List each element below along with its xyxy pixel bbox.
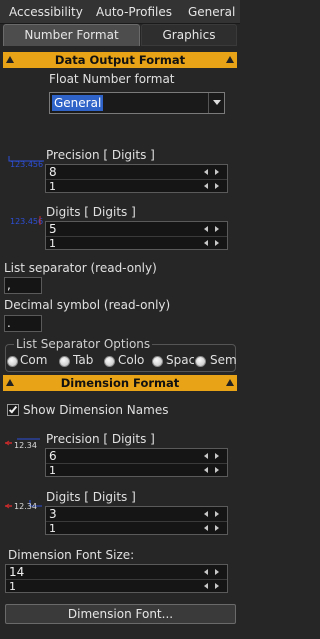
spin-arrows-icon[interactable] <box>201 464 225 476</box>
dimension-digits-preview-icon: 12.34 <box>4 497 46 517</box>
collapse-triangle-icon[interactable] <box>226 56 234 63</box>
dimension-precision-step: 1 <box>49 464 56 477</box>
spin-arrows-icon[interactable] <box>201 237 225 249</box>
spin-arrows-icon[interactable] <box>201 580 225 592</box>
tab-general[interactable]: General <box>188 5 235 19</box>
spin-arrows-icon[interactable] <box>201 180 225 192</box>
dimension-precision-spinbox[interactable]: 6 1 <box>45 448 228 477</box>
precision-step: 1 <box>49 180 56 193</box>
digits-step: 1 <box>49 237 56 250</box>
list-separator-label: List separator (read-only) <box>4 261 157 275</box>
radio-comma-label: Com <box>20 353 48 367</box>
tab-accessibility[interactable]: Accessibility <box>9 5 83 19</box>
collapse-triangle-icon[interactable] <box>226 379 234 386</box>
dimension-precision-value: 6 <box>49 449 57 463</box>
radio-space-label: Spac <box>166 353 194 367</box>
radio-tab[interactable] <box>59 356 70 367</box>
dimension-digits-spinbox[interactable]: 3 1 <box>45 506 228 535</box>
show-dimension-names-checkbox[interactable] <box>7 404 19 416</box>
top-tab-bar: Accessibility Auto-Profiles General <box>0 0 240 24</box>
dimension-font-size-value: 14 <box>9 565 25 579</box>
digits-value: 5 <box>49 222 57 236</box>
tab-graphics[interactable]: Graphics <box>141 24 237 46</box>
section-title: Dimension Format <box>60 376 180 390</box>
digits-preview-icon: 123.456 <box>10 216 44 226</box>
dimension-font-button[interactable]: Dimension Font... <box>5 604 236 624</box>
chevron-down-icon[interactable] <box>208 93 224 113</box>
dimension-precision-preview-icon: 12.34 <box>4 436 46 456</box>
dimension-font-size-step: 1 <box>9 580 16 593</box>
section-title: Data Output Format <box>54 53 186 67</box>
data-output-header[interactable]: Data Output Format <box>3 52 237 68</box>
spin-arrows-icon[interactable] <box>201 223 225 235</box>
checkmark-icon <box>8 404 18 414</box>
radio-semicolon[interactable] <box>195 356 206 367</box>
precision-label: Precision [ Digits ] <box>46 148 155 162</box>
collapse-triangle-icon[interactable] <box>6 56 14 63</box>
decimal-symbol-label: Decimal symbol (read-only) <box>4 298 171 312</box>
float-format-label: Float Number format <box>49 72 175 86</box>
precision-spinbox[interactable]: 8 1 <box>45 164 228 193</box>
spin-arrows-icon[interactable] <box>201 522 225 534</box>
radio-comma[interactable] <box>7 356 18 367</box>
list-separator-options-title: List Separator Options <box>14 337 153 351</box>
dimension-format-header[interactable]: Dimension Format <box>3 375 237 391</box>
decimal-symbol-field: . <box>4 315 42 332</box>
radio-colon[interactable] <box>104 356 115 367</box>
spin-arrows-icon[interactable] <box>201 508 225 520</box>
precision-preview-icon: 123.456 <box>6 152 46 174</box>
spin-arrows-icon[interactable] <box>201 450 225 462</box>
radio-tab-label: Tab <box>73 353 94 367</box>
spin-arrows-icon[interactable] <box>201 166 225 178</box>
sub-tab-bar: Number Format Graphics <box>0 24 240 46</box>
radio-semicolon-label: Sem <box>210 353 236 367</box>
dimension-digits-step: 1 <box>49 522 56 535</box>
float-format-dropdown[interactable]: General <box>49 92 225 114</box>
digits-spinbox[interactable]: 5 1 <box>45 221 228 250</box>
dimension-digits-value: 3 <box>49 507 57 521</box>
list-separator-field: , <box>4 277 42 294</box>
spin-arrows-icon[interactable] <box>201 566 225 578</box>
float-format-selected: General <box>52 95 104 111</box>
collapse-triangle-icon[interactable] <box>6 379 14 386</box>
dimension-font-size-spinbox[interactable]: 14 1 <box>5 564 228 593</box>
tab-number-format[interactable]: Number Format <box>3 24 140 46</box>
radio-space[interactable] <box>152 356 163 367</box>
digits-label: Digits [ Digits ] <box>46 205 136 219</box>
precision-value: 8 <box>49 165 57 179</box>
dimension-precision-label: Precision [ Digits ] <box>46 432 155 446</box>
show-dimension-names-label: Show Dimension Names <box>23 403 169 417</box>
dimension-font-size-label: Dimension Font Size: <box>8 548 135 562</box>
radio-colon-label: Colo <box>118 353 145 367</box>
tab-auto-profiles[interactable]: Auto-Profiles <box>96 5 172 19</box>
dimension-digits-label: Digits [ Digits ] <box>46 490 136 504</box>
